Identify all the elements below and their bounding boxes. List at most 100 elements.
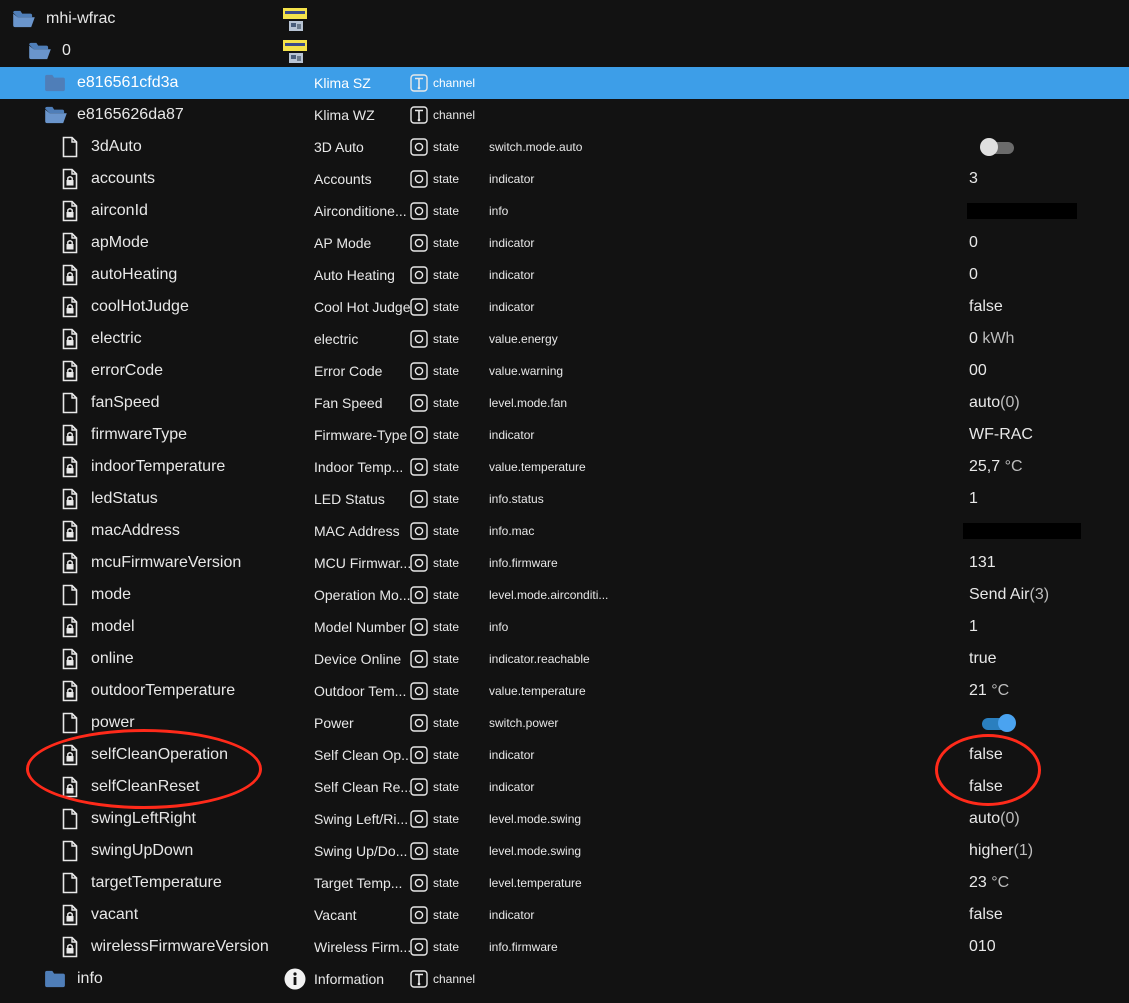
object-value[interactable]: false: [969, 899, 1003, 931]
locked-file-icon: [62, 611, 78, 643]
object-display-name: AP Mode: [314, 235, 372, 251]
object-value[interactable]: higher(1): [969, 835, 1033, 867]
object-value[interactable]: 21 °C: [969, 675, 1009, 707]
tree-row-state-firmwareType[interactable]: firmwareType Firmware-Type state indicator W…: [0, 419, 1129, 451]
tree-row-state-ledStatus[interactable]: ledStatus LED Status state info.status 1: [0, 483, 1129, 515]
locked-file-icon: [62, 547, 78, 579]
tree-row-state-online[interactable]: online Device Online state indicator.reacha…: [0, 643, 1129, 675]
adapter-icon: [282, 35, 308, 67]
tree-row-state-vacant[interactable]: vacant Vacant state indicator false: [0, 899, 1129, 931]
locked-file-icon: [62, 419, 78, 451]
object-value[interactable]: auto(0): [969, 387, 1020, 419]
object-id: e816561cfd3a: [77, 74, 179, 91]
object-display-name: Auto Heating: [314, 267, 395, 283]
file-icon: [62, 387, 78, 419]
tree-row-adapter[interactable]: mhi-wfrac: [0, 3, 1129, 35]
object-id: indoorTemperature: [91, 458, 226, 475]
object-type: state: [433, 556, 460, 570]
value-text: 25,7: [969, 458, 1001, 475]
object-value[interactable]: false: [969, 291, 1003, 323]
object-id: accounts: [91, 170, 156, 187]
value-text: Send Air: [969, 586, 1030, 603]
tree-row-state-model[interactable]: model Model Number state info 1: [0, 611, 1129, 643]
object-value[interactable]: 00: [969, 355, 987, 387]
tree-row-state-selfCleanReset[interactable]: selfCleanReset Self Clean Re... state indic…: [0, 771, 1129, 803]
object-value[interactable]: Send Air(3): [969, 579, 1049, 611]
tree-row-state-coolHotJudge[interactable]: coolHotJudge Cool Hot Judge state indicator…: [0, 291, 1129, 323]
tree-row-state-targetTemperature[interactable]: targetTemperature Target Temp... state leve…: [0, 867, 1129, 899]
tree-row-state-accounts[interactable]: accounts Accounts state indicator 3: [0, 163, 1129, 195]
tree-row-state-airconId[interactable]: airconId Airconditione... state info: [0, 195, 1129, 227]
value-text: 00: [969, 362, 987, 379]
tree-row-instance[interactable]: 0: [0, 35, 1129, 67]
object-type: state: [433, 716, 460, 730]
tree-row-state-power[interactable]: power Power state switch.power: [0, 707, 1129, 739]
tree-row-channel-klima-wz[interactable]: e8165626da87 Klima WZ channel: [0, 99, 1129, 131]
object-value[interactable]: 0: [969, 227, 978, 259]
object-value[interactable]: false: [969, 739, 1003, 771]
object-value[interactable]: 25,7 °C: [969, 451, 1023, 483]
value-text: auto: [969, 394, 1001, 411]
object-id: mhi-wfrac: [46, 10, 116, 27]
tree-row-state-apMode[interactable]: apMode AP Mode state indicator 0: [0, 227, 1129, 259]
tree-row-state-macAddress[interactable]: macAddress MAC Address state info.mac: [0, 515, 1129, 547]
value-number: (0): [1000, 810, 1020, 827]
object-value[interactable]: 1: [969, 483, 978, 515]
tree-row-state-wirelessFirmwareVersion[interactable]: wirelessFirmwareVersion Wireless Firm... s…: [0, 931, 1129, 963]
object-type: state: [433, 876, 460, 890]
tree-row-state-swingLeftRight[interactable]: swingLeftRight Swing Left/Ri... state level…: [0, 803, 1129, 835]
object-id: info: [77, 970, 103, 987]
state-circle-icon: [410, 451, 428, 483]
tree-row-state-3dAuto[interactable]: 3dAuto 3D Auto state switch.mode.auto: [0, 131, 1129, 163]
folder-open-icon[interactable]: [12, 3, 36, 35]
channel-icon: [410, 963, 428, 995]
tree-row-state-outdoorTemperature[interactable]: outdoorTemperature Outdoor Tem... state val…: [0, 675, 1129, 707]
tree-row-channel-info[interactable]: info Information channel: [0, 963, 1129, 995]
folder-icon[interactable]: [44, 963, 66, 995]
tree-row-state-mode[interactable]: mode Operation Mo... state level.mode.airco…: [0, 579, 1129, 611]
tree-row-state-indoorTemperature[interactable]: indoorTemperature Indoor Temp... state valu…: [0, 451, 1129, 483]
tree-row-state-mcuFirmwareVersion[interactable]: mcuFirmwareVersion MCU Firmwar... state inf…: [0, 547, 1129, 579]
state-circle-icon: [410, 675, 428, 707]
object-value[interactable]: 0: [969, 259, 978, 291]
value-toggle[interactable]: [980, 138, 1016, 156]
object-type: state: [433, 460, 460, 474]
tree-row-state-electric[interactable]: electric electric state value.energy 0 kWh: [0, 323, 1129, 355]
object-type: state: [433, 492, 460, 506]
tree-row-state-selfCleanOperation[interactable]: selfCleanOperation Self Clean Op... state i…: [0, 739, 1129, 771]
object-display-name: Self Clean Op...: [314, 747, 410, 763]
object-role: value.temperature: [489, 460, 586, 474]
object-value[interactable]: WF-RAC: [969, 419, 1033, 451]
state-circle-icon: [410, 227, 428, 259]
object-value[interactable]: 131: [969, 547, 996, 579]
object-value[interactable]: 010: [969, 931, 996, 963]
value-text: false: [969, 746, 1003, 763]
folder-icon[interactable]: [44, 67, 66, 99]
object-role: switch.mode.auto: [489, 140, 583, 154]
value-unit: °C: [986, 682, 1010, 699]
state-circle-icon: [410, 195, 428, 227]
folder-open-icon[interactable]: [44, 99, 68, 131]
tree-row-state-fanSpeed[interactable]: fanSpeed Fan Speed state level.mode.fan auto…: [0, 387, 1129, 419]
value-number: (1): [1013, 842, 1034, 859]
tree-row-state-swingUpDown[interactable]: swingUpDown Swing Up/Do... state level.mode…: [0, 835, 1129, 867]
tree-row-state-errorCode[interactable]: errorCode Error Code state value.warning 00: [0, 355, 1129, 387]
object-value[interactable]: 1: [969, 611, 978, 643]
object-value[interactable]: true: [969, 643, 997, 675]
object-display-name: Klima SZ: [314, 75, 371, 91]
object-role: indicator: [489, 300, 535, 314]
object-value[interactable]: false: [969, 771, 1003, 803]
tree-row-state-autoHeating[interactable]: autoHeating Auto Heating state indicator 0: [0, 259, 1129, 291]
object-type: state: [433, 812, 460, 826]
object-value[interactable]: 0 kWh: [969, 323, 1014, 355]
object-value[interactable]: auto(0): [969, 803, 1020, 835]
object-id: selfCleanReset: [91, 778, 200, 795]
object-value[interactable]: 3: [969, 163, 978, 195]
object-type: state: [433, 684, 460, 698]
value-toggle[interactable]: [980, 714, 1016, 732]
value-text: higher: [969, 842, 1014, 859]
folder-open-icon[interactable]: [28, 35, 52, 67]
object-value[interactable]: 23 °C: [969, 867, 1009, 899]
object-type: state: [433, 172, 460, 186]
tree-row-channel-klima-sz[interactable]: e816561cfd3a Klima SZ channel: [0, 67, 1129, 99]
